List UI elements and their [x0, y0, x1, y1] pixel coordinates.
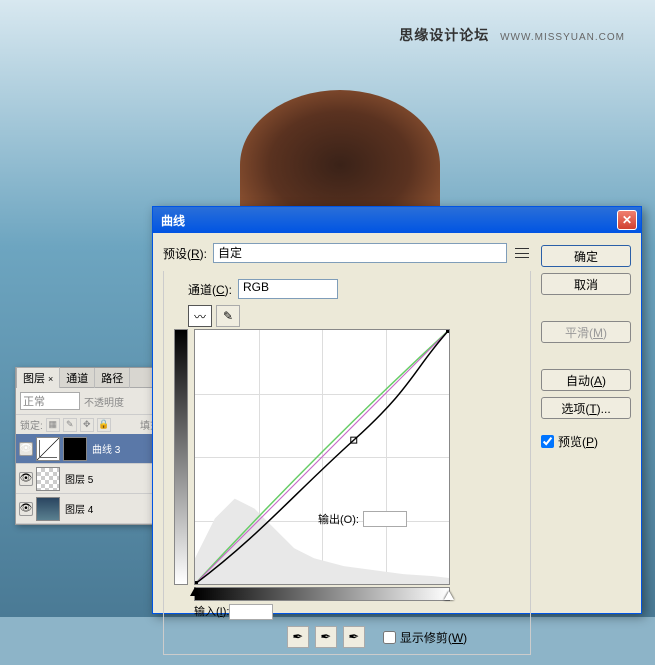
- layers-panel: 图层× 通道 路径 正常 不透明度 锁定: ▦ ✎ ✥ 🔒 填充 👁 曲线 3 …: [15, 367, 165, 525]
- curves-dialog: 曲线 ✕ 预设(R): 自定 通道(C): RGB 〰 ✎: [152, 206, 642, 614]
- layer-name: 图层 5: [63, 471, 93, 486]
- dialog-title: 曲线: [157, 212, 617, 229]
- show-clipping-label: 显示修剪(W): [400, 629, 467, 646]
- smooth-button[interactable]: 平滑(M): [541, 321, 631, 343]
- white-eyedropper-icon[interactable]: ✒: [343, 626, 365, 648]
- layer-item-curves3[interactable]: 👁 曲线 3: [16, 434, 164, 464]
- lock-all-icon[interactable]: 🔒: [97, 418, 111, 432]
- input-label: 输入(I):: [194, 603, 450, 620]
- layer-thumb-icon: [36, 497, 60, 521]
- preview-checkbox[interactable]: [541, 435, 554, 448]
- auto-button[interactable]: 自动(A): [541, 369, 631, 391]
- ok-button[interactable]: 确定: [541, 245, 631, 267]
- titlebar[interactable]: 曲线 ✕: [153, 207, 641, 233]
- visibility-icon[interactable]: 👁: [19, 472, 33, 486]
- cancel-button[interactable]: 取消: [541, 273, 631, 295]
- curve-graph[interactable]: [194, 329, 450, 585]
- watermark-en: WWW.MISSYUAN.COM: [500, 32, 625, 43]
- channel-label: 通道(C):: [188, 281, 232, 298]
- curve-lines: [195, 330, 449, 584]
- layer-name: 曲线 3: [90, 441, 120, 456]
- opacity-label: 不透明度: [84, 394, 124, 409]
- layer-list: 👁 曲线 3 👁 图层 5 👁 图层 4: [16, 434, 164, 524]
- show-clipping-checkbox[interactable]: [383, 631, 396, 644]
- channel-select[interactable]: RGB: [238, 279, 338, 299]
- gray-eyedropper-icon[interactable]: ✒: [315, 626, 337, 648]
- watermark-top: 思缘设计论坛 WWW.MISSYUAN.COM: [399, 25, 625, 45]
- input-gradient[interactable]: [194, 587, 450, 601]
- black-eyedropper-icon[interactable]: ✒: [287, 626, 309, 648]
- visibility-icon[interactable]: 👁: [19, 502, 33, 516]
- close-button[interactable]: ✕: [617, 210, 637, 230]
- black-point-slider[interactable]: [190, 587, 200, 596]
- options-button[interactable]: 选项(T)...: [541, 397, 631, 419]
- output-value-field[interactable]: [363, 511, 407, 527]
- layer-item-5[interactable]: 👁 图层 5: [16, 464, 164, 494]
- preview-label: 预览(P): [558, 433, 598, 450]
- curves-thumb-icon: [36, 437, 60, 461]
- layers-tabs: 图层× 通道 路径: [16, 368, 164, 388]
- layer-thumb-icon: [36, 467, 60, 491]
- output-gradient: [174, 329, 188, 585]
- tab-layers[interactable]: 图层×: [16, 367, 60, 388]
- blend-mode-select[interactable]: 正常: [20, 392, 80, 410]
- preset-select[interactable]: 自定: [213, 243, 507, 263]
- lock-transparency-icon[interactable]: ▦: [46, 418, 60, 432]
- tab-channels[interactable]: 通道: [60, 368, 95, 388]
- tab-paths[interactable]: 路径: [95, 368, 130, 388]
- preset-menu-icon[interactable]: [513, 246, 531, 260]
- lock-position-icon[interactable]: ✥: [80, 418, 94, 432]
- visibility-icon[interactable]: 👁: [19, 442, 33, 456]
- input-value-field[interactable]: [229, 604, 273, 620]
- preset-label: 预设(R):: [163, 245, 207, 262]
- output-label: 输出(O):: [318, 511, 407, 527]
- lock-label: 锁定:: [20, 417, 43, 432]
- white-point-slider[interactable]: [444, 586, 454, 600]
- layer-item-4[interactable]: 👁 图层 4: [16, 494, 164, 524]
- pencil-tool-button[interactable]: ✎: [216, 305, 240, 327]
- curve-tool-button[interactable]: 〰: [188, 305, 212, 327]
- layer-name: 图层 4: [63, 501, 93, 516]
- lock-image-icon[interactable]: ✎: [63, 418, 77, 432]
- watermark-cn: 思缘设计论坛: [399, 27, 489, 43]
- mask-thumb-icon: [63, 437, 87, 461]
